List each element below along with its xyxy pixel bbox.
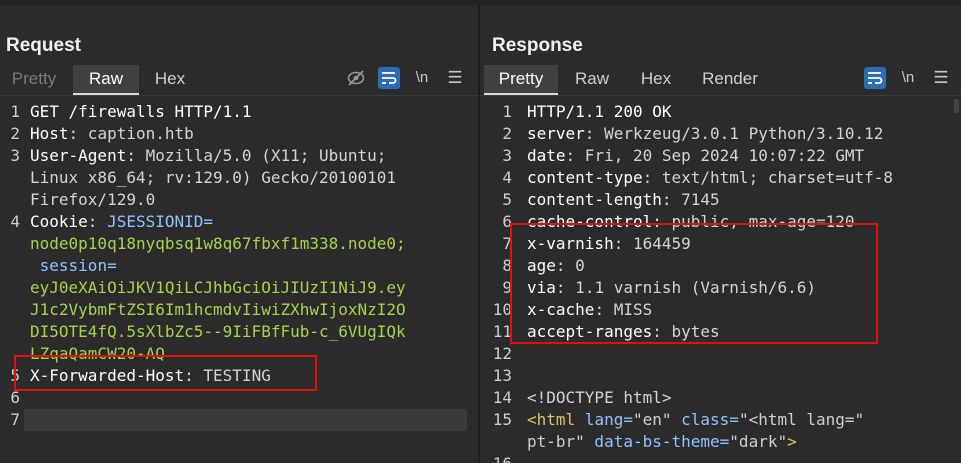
- line-number: 3: [502, 146, 512, 165]
- line-number: 2: [502, 124, 512, 143]
- line-number: 4: [10, 212, 20, 231]
- response-line: content-type: text/html; charset=utf-8: [527, 168, 894, 187]
- line-number: 16: [480, 453, 512, 463]
- response-line: <html lang="en" class="<html lang=": [527, 410, 865, 429]
- response-tabs: Pretty Raw Hex Render: [480, 65, 961, 96]
- response-line: pt-br" data-bs-theme="dark">: [527, 432, 797, 451]
- newline-toggle[interactable]: \n: [411, 67, 433, 89]
- response-editor[interactable]: 1 2 3 4 5 6 7 8 9 10 11 12 13 14 15 16 H…: [480, 97, 961, 463]
- request-line: Linux x86_64; rv:129.0) Gecko/20100101: [30, 168, 397, 187]
- tab-raw[interactable]: Raw: [73, 65, 139, 96]
- highlight-box-varnish-headers: [510, 223, 878, 344]
- line-number: 1: [10, 102, 20, 121]
- request-line: GET /firewalls HTTP/1.1: [30, 102, 252, 121]
- request-line: session=: [39, 256, 117, 275]
- tab-hex[interactable]: Hex: [143, 65, 197, 93]
- request-line: eyJ0eXAiOiJKV1QiLCJhbGciOiJIUzI1NiJ9.ey: [30, 278, 406, 297]
- line-number: 14: [492, 388, 512, 407]
- request-line: DI5OTE4fQ.5sXlbZc5--9IiFBfFub-c_6VUgIQk: [30, 322, 406, 341]
- response-line: server: Werkzeug/3.0.1 Python/3.10.12: [527, 124, 884, 143]
- highlight-box-forwarded-host: [14, 355, 317, 391]
- response-line: content-length: 7145: [527, 190, 720, 209]
- hamburger-menu-icon[interactable]: ☰: [444, 67, 466, 89]
- line-number: 1: [502, 102, 512, 121]
- line-number: 12: [492, 344, 512, 363]
- current-line-highlight: [24, 409, 467, 431]
- request-line: J1c2VybmFtZSI6Im1hcmdvIiwiZXhwIjoxNzI2O: [30, 300, 406, 319]
- request-line: node0p10q18nyqbsq1w8q67fbxf1m338.node0;: [30, 234, 406, 253]
- line-number: 9: [502, 278, 512, 297]
- response-title: Response: [492, 35, 583, 56]
- line-number: 2: [10, 124, 20, 143]
- request-line: Firefox/129.0: [30, 190, 156, 209]
- tabs-underline: [0, 95, 478, 96]
- tab-render[interactable]: Render: [692, 65, 768, 93]
- request-line: User-Agent: Mozilla/5.0 (X11; Ubuntu;: [30, 146, 387, 165]
- tab-hex[interactable]: Hex: [628, 65, 684, 93]
- line-number: 7: [10, 410, 20, 429]
- wrap-lines-icon[interactable]: [864, 67, 886, 89]
- request-title: Request: [6, 35, 81, 56]
- hamburger-menu-icon[interactable]: ☰: [930, 67, 952, 89]
- response-line: HTTP/1.1 200 OK: [527, 102, 672, 121]
- request-line: Cookie: JSESSIONID=: [30, 212, 214, 231]
- response-pane: Response Pretty Raw Hex Render \n ☰ 1 2 …: [480, 5, 961, 463]
- line-number: 4: [502, 168, 512, 187]
- response-line: <!DOCTYPE html>: [527, 388, 672, 407]
- line-number: 3: [10, 146, 20, 165]
- line-number: 15: [492, 410, 512, 429]
- tab-pretty[interactable]: Pretty: [484, 65, 558, 96]
- response-line: date: Fri, 20 Sep 2024 10:07:22 GMT: [527, 146, 865, 165]
- line-number: 11: [492, 322, 512, 341]
- line-number: 6: [502, 212, 512, 231]
- tabs-underline: [480, 95, 961, 96]
- request-tabs: Pretty Raw Hex: [0, 65, 478, 96]
- vertical-scrollbar[interactable]: [954, 99, 959, 113]
- line-number: 13: [492, 366, 512, 385]
- tab-raw[interactable]: Raw: [562, 65, 622, 93]
- tab-pretty[interactable]: Pretty: [3, 65, 65, 93]
- request-editor[interactable]: 1 2 3 4 5 6 7 GET /firewalls HTTP/1.1 Ho…: [0, 97, 478, 463]
- newline-toggle[interactable]: \n: [897, 67, 919, 89]
- line-number: 5: [502, 190, 512, 209]
- line-number: 7: [502, 234, 512, 253]
- eye-slash-icon[interactable]: [345, 67, 367, 89]
- line-number: 10: [492, 300, 512, 319]
- wrap-lines-icon[interactable]: [378, 67, 400, 89]
- request-pane: Request Pretty Raw Hex \n ☰ 1 2 3 4 5 6 …: [0, 5, 478, 463]
- line-number: 8: [502, 256, 512, 275]
- request-line: Host: caption.htb: [30, 124, 194, 143]
